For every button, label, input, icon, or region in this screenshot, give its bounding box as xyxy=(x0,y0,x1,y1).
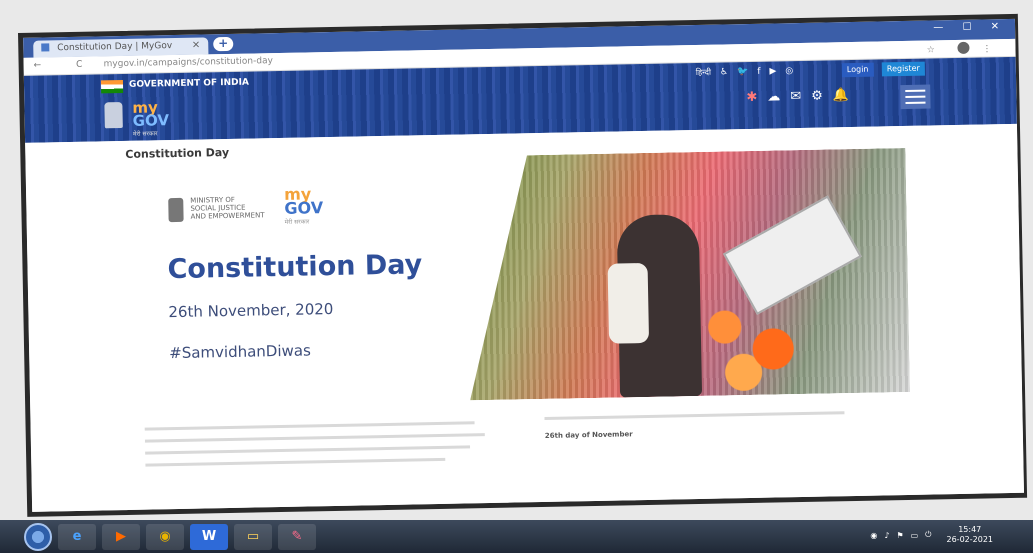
photo-background: Constitution Day | MyGov × + — ☐ ✕ ← C m… xyxy=(0,0,1033,553)
ministry-name: MINISTRY OF SOCIAL JUSTICE AND EMPOWERME… xyxy=(190,195,265,221)
accessibility-icon[interactable]: ♿ xyxy=(720,67,728,77)
event-date: 26th November, 2020 xyxy=(168,299,334,322)
instagram-icon[interactable]: ◎ xyxy=(785,66,793,76)
register-button[interactable]: Register xyxy=(881,61,925,77)
flag-icon[interactable]: ⚑ xyxy=(896,531,903,540)
intro-paragraph-right: 26th day of November xyxy=(544,406,904,442)
paint-icon[interactable]: ✎ xyxy=(278,523,316,550)
ministry-emblem-icon xyxy=(168,197,184,223)
file-explorer-icon[interactable]: ▭ xyxy=(234,523,272,550)
windows-taskbar: e ▶ ◉ W ▭ ✎ ◉ ♪ ⚑ ▭ ⏻ 15:47 26-02-2021 xyxy=(0,520,1033,553)
government-label: GOVERNMENT OF INDIA xyxy=(128,77,249,90)
language-toggle[interactable]: हिन्दी xyxy=(696,67,711,78)
cloud-icon[interactable]: ☁ xyxy=(767,89,780,104)
facebook-icon[interactable]: f xyxy=(757,66,760,76)
power-icon[interactable]: ⏻ xyxy=(925,530,931,540)
hero-image xyxy=(465,148,910,400)
display-icon[interactable]: ▭ xyxy=(911,531,919,540)
india-flag-icon xyxy=(100,79,124,94)
word-icon[interactable]: W xyxy=(190,523,228,550)
login-button[interactable]: Login xyxy=(841,62,874,78)
youtube-icon[interactable]: ▶ xyxy=(769,66,776,76)
url-field[interactable]: mygov.in/campaigns/constitution-day xyxy=(104,56,273,69)
close-tab-icon[interactable]: × xyxy=(192,40,201,51)
page-title: Constitution Day xyxy=(167,249,423,286)
intro-paragraph-left xyxy=(144,419,491,480)
hashtag: #SamvidhanDiwas xyxy=(169,341,311,363)
bookmark-star-icon[interactable]: ☆ xyxy=(927,45,945,55)
mail-icon[interactable]: ✉ xyxy=(790,89,801,104)
faded-text-lines xyxy=(544,411,845,420)
browser-nav-buttons[interactable]: ← C xyxy=(34,59,99,70)
back-icon[interactable]: ← xyxy=(34,60,58,70)
profile-avatar[interactable] xyxy=(957,41,970,54)
breadcrumb[interactable]: Constitution Day xyxy=(125,146,229,161)
social-links: हिन्दी ♿ 🐦 f ▶ ◎ xyxy=(696,65,794,78)
system-tray: ◉ ♪ ⚑ ▭ ⏻ 15:47 26-02-2021 xyxy=(870,525,993,545)
window-controls[interactable]: — ☐ ✕ xyxy=(933,21,1007,33)
hamburger-menu-icon[interactable] xyxy=(900,84,931,110)
notification-bell-icon[interactable]: 🔔 xyxy=(833,88,849,103)
start-button[interactable] xyxy=(24,522,52,551)
browser-menu-icon[interactable]: ⋮ xyxy=(982,44,1001,54)
settings-icon[interactable]: ⚙ xyxy=(811,89,823,104)
highlight-text: 26th day of November xyxy=(544,430,633,440)
media-player-icon[interactable]: ▶ xyxy=(102,523,140,550)
volume-icon[interactable]: ♪ xyxy=(884,531,889,540)
internet-explorer-icon[interactable]: e xyxy=(58,523,96,550)
network-icon[interactable]: ◉ xyxy=(870,531,877,540)
header-action-icons: ✱ ☁ ✉ ⚙ 🔔 xyxy=(746,88,849,105)
reload-icon[interactable]: C xyxy=(76,59,98,69)
mygov-logo[interactable]: my GOV मेरी सरकार xyxy=(132,98,169,141)
banner-mygov-logo: my GOV मेरी सरकार xyxy=(283,184,324,226)
flowers-image xyxy=(688,280,810,396)
monitor-screen: Constitution Day | MyGov × + — ☐ ✕ ← C m… xyxy=(18,13,1028,517)
taskbar-clock[interactable]: 15:47 26-02-2021 xyxy=(947,525,994,545)
chrome-icon[interactable]: ◉ xyxy=(146,523,184,550)
covid-icon[interactable]: ✱ xyxy=(746,90,757,105)
new-tab-button[interactable]: + xyxy=(213,36,234,52)
page-content: Constitution Day MINISTRY OF SOCIAL JUST… xyxy=(25,123,1025,515)
faded-text-lines xyxy=(144,421,485,467)
national-emblem-icon xyxy=(104,102,123,129)
twitter-icon[interactable]: 🐦 xyxy=(737,66,748,76)
favicon-icon xyxy=(41,43,50,52)
tab-title: Constitution Day | MyGov xyxy=(57,41,173,54)
